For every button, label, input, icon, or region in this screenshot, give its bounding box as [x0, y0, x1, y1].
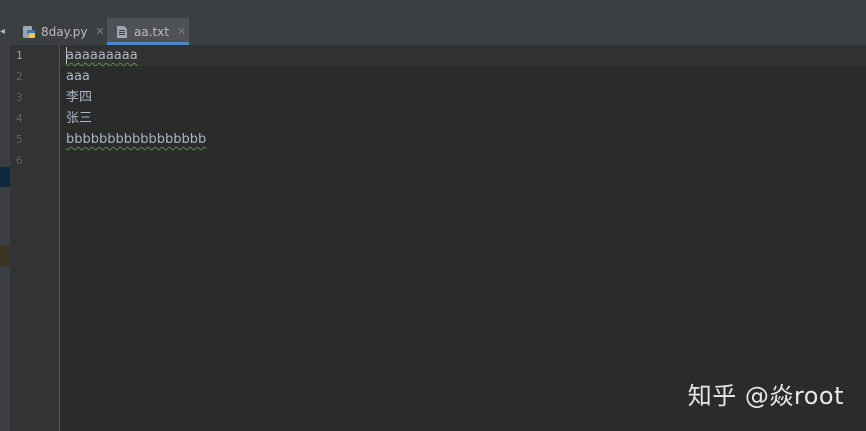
line-number-gutter: 1 2 3 4 5 6 [10, 45, 60, 431]
window-top-bar [0, 0, 866, 19]
close-icon[interactable]: ✕ [96, 25, 105, 38]
python-file-icon [22, 25, 36, 39]
line-number: 3 [16, 91, 23, 104]
close-icon[interactable]: ✕ [177, 25, 186, 38]
structure-tool-marker[interactable] [0, 246, 10, 266]
tool-window-strip [0, 45, 10, 431]
tab-label: aa.txt [134, 24, 170, 39]
code-line[interactable]: aaaaaaaaa [66, 45, 138, 66]
code-line[interactable]: 李四 [66, 87, 92, 108]
code-line[interactable]: 张三 [66, 108, 92, 129]
tab-8day-py[interactable]: 8day.py ✕ [14, 18, 106, 45]
code-line[interactable]: bbbbbbbbbbbbbbbbb [66, 129, 206, 150]
watermark: 知乎 @焱root [687, 382, 844, 410]
line-number: 4 [16, 112, 23, 125]
line-number: 1 [16, 49, 23, 62]
line-number: 5 [16, 133, 23, 146]
tab-scroll-icon[interactable]: ◂ [0, 26, 8, 38]
editor-tab-bar: ◂ 8day.py ✕ aa.txt ✕ [0, 18, 866, 46]
tab-aa-txt[interactable]: aa.txt ✕ [107, 18, 189, 45]
current-line-highlight [61, 45, 866, 66]
text-editor[interactable]: aaaaaaaaa aaa 李四 张三 bbbbbbbbbbbbbbbbb [61, 45, 866, 431]
text-caret [66, 47, 67, 64]
text-file-icon [115, 25, 129, 39]
line-number: 2 [16, 70, 23, 83]
line-number: 6 [16, 154, 23, 167]
tab-label: 8day.py [41, 24, 88, 39]
project-tool-marker[interactable] [0, 167, 10, 187]
ide-window: ◂ 8day.py ✕ aa.txt ✕ 1 2 3 4 5 6 aaaaaaa… [0, 0, 866, 431]
code-line[interactable]: aaa [66, 66, 90, 87]
